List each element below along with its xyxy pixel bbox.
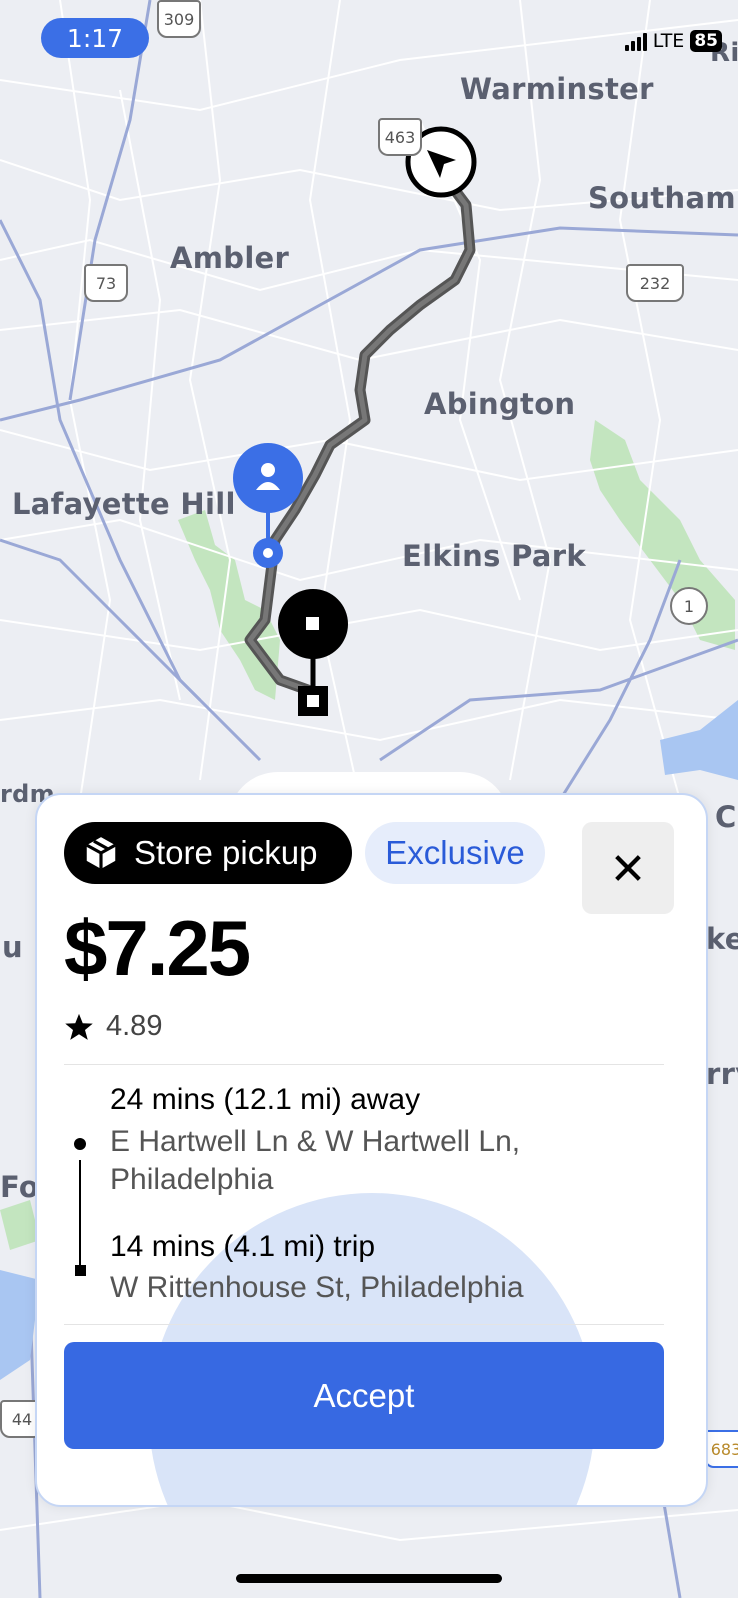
close-button[interactable] bbox=[582, 822, 674, 914]
network-type: LTE bbox=[652, 30, 685, 52]
route-shield: 463 bbox=[378, 118, 422, 156]
route-shield: 232 bbox=[626, 264, 684, 302]
dropoff-address: W Rittenhouse St, Philadelphia bbox=[110, 1271, 524, 1304]
place-label-southampton: Southamp bbox=[588, 181, 738, 215]
offer-card: Store pickup Exclusive $7.25 4.89 24 min… bbox=[35, 793, 708, 1507]
divider bbox=[64, 1324, 664, 1325]
accept-button[interactable]: Accept bbox=[64, 1342, 664, 1449]
exclusive-label: Exclusive bbox=[385, 834, 525, 871]
star-icon bbox=[65, 1013, 93, 1040]
home-indicator[interactable] bbox=[236, 1574, 502, 1583]
place-label-elkins-park: Elkins Park bbox=[402, 539, 586, 573]
place-label-lafayette-hill: Lafayette Hill bbox=[12, 487, 236, 521]
place-label-partial: u bbox=[2, 930, 23, 964]
place-label-abington: Abington bbox=[424, 387, 576, 421]
route-shield: 1 bbox=[670, 587, 708, 625]
place-label-ambler: Ambler bbox=[170, 241, 290, 275]
rating-value: 4.89 bbox=[106, 1010, 163, 1042]
dropoff-square-icon bbox=[75, 1265, 86, 1276]
pickup-address: E Hartwell Ln & W Hartwell Ln, Philadelp… bbox=[110, 1125, 521, 1196]
offer-price: $7.25 bbox=[64, 904, 251, 992]
pickup-dot-icon bbox=[74, 1138, 86, 1150]
place-label-partial: C bbox=[715, 800, 737, 834]
package-icon bbox=[85, 837, 117, 869]
store-pickup-badge: Store pickup bbox=[64, 822, 352, 884]
place-label-partial: ker bbox=[706, 922, 738, 956]
exclusive-badge: Exclusive bbox=[365, 822, 545, 884]
place-label-warminster: Warminster bbox=[460, 72, 654, 106]
route-shield: 309 bbox=[157, 0, 201, 38]
status-indicators: LTE 85 bbox=[624, 30, 722, 52]
signal-strength-icon bbox=[624, 31, 647, 51]
store-pickup-label: Store pickup bbox=[134, 834, 318, 871]
close-icon bbox=[615, 855, 641, 881]
trip-timeline bbox=[79, 1160, 81, 1270]
route-shield: 73 bbox=[84, 264, 128, 302]
pickup-eta: 24 mins (12.1 mi) away bbox=[110, 1083, 421, 1116]
rating: 4.89 bbox=[64, 1010, 162, 1043]
trip-duration: 14 mins (4.1 mi) trip bbox=[110, 1230, 376, 1263]
place-label-partial: rry bbox=[706, 1057, 738, 1091]
divider bbox=[64, 1064, 664, 1065]
route-shield: 683 bbox=[704, 1430, 738, 1468]
battery-level: 85 bbox=[690, 30, 722, 52]
status-time: 1:17 bbox=[41, 18, 149, 58]
